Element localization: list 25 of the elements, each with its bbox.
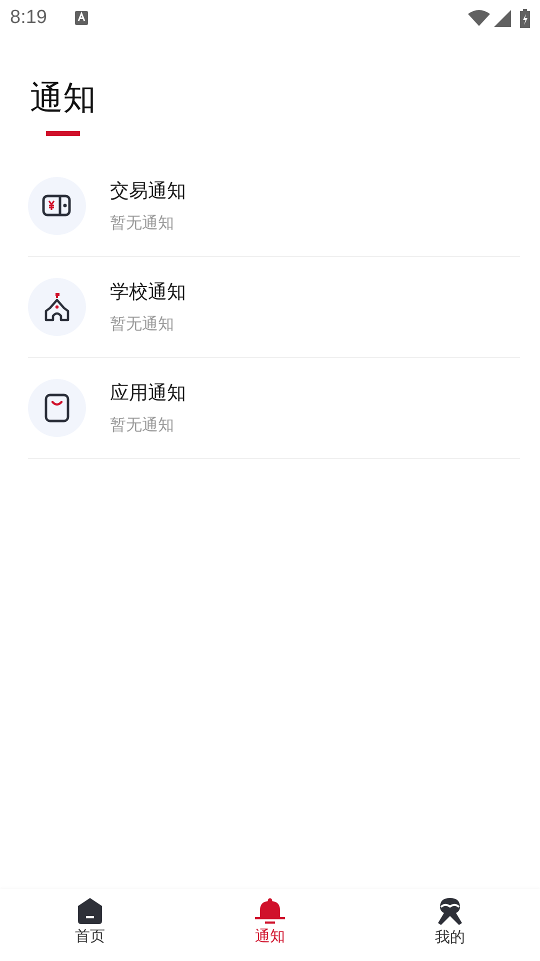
keyboard-icon: [74, 11, 88, 25]
wifi-icon: [468, 10, 490, 26]
notice-item[interactable]: 应用通知 暂无通知: [28, 358, 520, 459]
notice-item[interactable]: 交易通知 暂无通知: [28, 156, 520, 257]
status-time: 8:19: [10, 7, 47, 29]
school-icon: [43, 292, 71, 322]
notice-title: 交易通知: [110, 179, 186, 204]
bell-icon: [255, 898, 285, 924]
notice-item[interactable]: 学校通知 暂无通知: [28, 257, 520, 358]
signal-icon: [494, 10, 511, 26]
notice-title: 应用通知: [110, 381, 186, 406]
notice-title: 学校通知: [110, 280, 186, 305]
notice-subtitle: 暂无通知: [110, 213, 175, 234]
person-icon: [437, 897, 463, 925]
title-underline: [46, 131, 80, 136]
money-icon: [42, 194, 72, 218]
home-icon: [78, 898, 102, 924]
nav-tab[interactable]: 首页: [0, 889, 180, 961]
nav-tab[interactable]: 我的: [360, 889, 540, 961]
notice-subtitle: 暂无通知: [110, 415, 175, 436]
page-title: 通知: [30, 77, 96, 119]
bag-icon: [44, 393, 70, 423]
nav-tab[interactable]: 通知: [180, 889, 360, 961]
notice-subtitle: 暂无通知: [110, 314, 175, 335]
battery-icon: [520, 8, 530, 28]
